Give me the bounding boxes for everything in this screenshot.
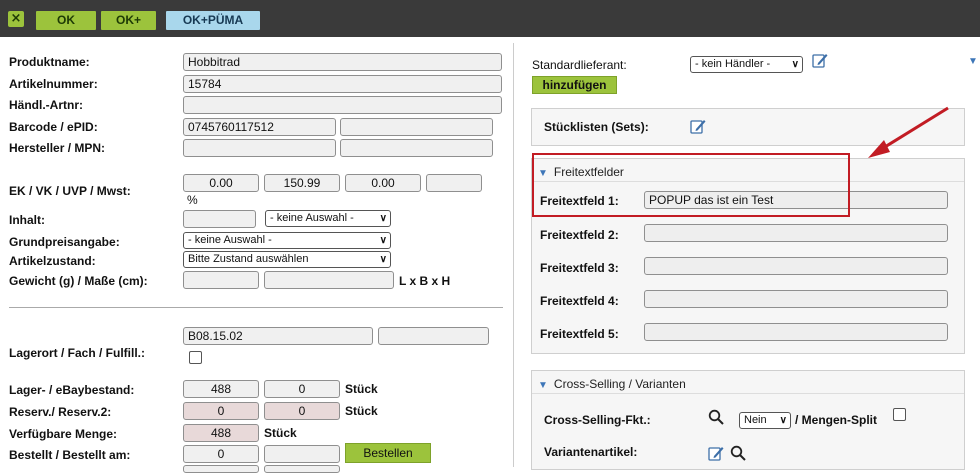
masse-unit: L x B x H bbox=[399, 274, 451, 288]
ek-input[interactable]: 0.00 bbox=[183, 174, 259, 192]
artikelnummer-input[interactable]: 15784 bbox=[183, 75, 502, 93]
stuecklisten-label: Stücklisten (Sets): bbox=[544, 120, 649, 134]
lieferant-select-value: - kein Händler - bbox=[695, 58, 771, 70]
next-row-input[interactable] bbox=[183, 465, 259, 473]
lagerbestand-label: Lager- / eBaybestand: bbox=[9, 383, 135, 397]
cross-selling-select[interactable]: Nein ∨ bbox=[739, 412, 791, 429]
cross-selling-select-value: Nein bbox=[744, 414, 767, 426]
inhalt-select-value: - keine Auswahl - bbox=[270, 212, 354, 224]
hersteller-input[interactable] bbox=[183, 139, 336, 157]
freitextfeld-3-label: Freitextfeld 3: bbox=[540, 261, 619, 275]
close-icon[interactable]: × bbox=[8, 11, 24, 27]
grundpreis-select-value: - keine Auswahl - bbox=[188, 234, 272, 246]
freitextfeld-4-label: Freitextfeld 4: bbox=[540, 294, 619, 308]
highlight-box bbox=[532, 153, 850, 217]
panel-header-divider bbox=[532, 393, 964, 394]
section-divider bbox=[9, 307, 503, 308]
gewicht-input[interactable] bbox=[183, 271, 259, 289]
edit-icon[interactable] bbox=[690, 118, 706, 134]
percent-label: % bbox=[187, 193, 198, 207]
ek-vk-label: EK / VK / UVP / Mwst: bbox=[9, 184, 131, 198]
mengen-split-checkbox[interactable] bbox=[893, 408, 906, 421]
epid-input[interactable] bbox=[340, 118, 493, 136]
column-divider bbox=[513, 43, 514, 467]
barcode-label: Barcode / ePID: bbox=[9, 120, 98, 134]
ebaybestand-input[interactable]: 0 bbox=[264, 380, 340, 398]
search-icon[interactable] bbox=[708, 409, 724, 425]
chevron-down-icon: ∨ bbox=[379, 213, 387, 224]
standardlieferant-label: Standardlieferant: bbox=[532, 58, 627, 72]
edit-icon[interactable] bbox=[812, 52, 828, 68]
uvp-input[interactable]: 0.00 bbox=[345, 174, 421, 192]
lagerort-label: Lagerort / Fach / Fulfill.: bbox=[9, 346, 146, 360]
gewicht-label: Gewicht (g) / Maße (cm): bbox=[9, 274, 148, 288]
lagerort-input[interactable]: B08.15.02 bbox=[183, 327, 373, 345]
variantenartikel-label: Variantenartikel: bbox=[544, 445, 638, 459]
search-icon[interactable] bbox=[730, 445, 746, 461]
freitextfeld-2-label: Freitextfeld 2: bbox=[540, 228, 619, 242]
barcode-input[interactable]: 0745760117512 bbox=[183, 118, 336, 136]
ok-button[interactable]: OK bbox=[36, 11, 96, 30]
mwst-input[interactable] bbox=[426, 174, 482, 192]
cross-selling-header[interactable]: ▼ Cross-Selling / Varianten bbox=[538, 377, 686, 391]
verfuegbar-unit: Stück bbox=[264, 426, 297, 440]
cross-selling-fkt-label: Cross-Selling-Fkt.: bbox=[544, 413, 651, 427]
grundpreis-select[interactable]: - keine Auswahl - ∨ bbox=[183, 232, 391, 249]
chevron-down-icon: ∨ bbox=[379, 235, 387, 246]
ok-puma-button[interactable]: OK+PÜMA bbox=[166, 11, 260, 30]
reserv-label: Reserv./ Reserv.2: bbox=[9, 405, 112, 419]
bestellt-label: Bestellt / Bestellt am: bbox=[9, 448, 131, 462]
ok-plus-button[interactable]: OK+ bbox=[101, 11, 156, 30]
fulfill-checkbox[interactable] bbox=[189, 351, 202, 364]
inhalt-input[interactable] bbox=[183, 210, 256, 228]
artikelzustand-select-value: Bitte Zustand auswählen bbox=[188, 253, 309, 265]
chevron-down-icon: ∨ bbox=[779, 415, 787, 426]
vk-input[interactable]: 150.99 bbox=[264, 174, 340, 192]
mengen-split-label: / Mengen-Split bbox=[795, 413, 877, 427]
freitextfeld-3-input[interactable] bbox=[644, 257, 948, 275]
bestellt-input[interactable]: 0 bbox=[183, 445, 259, 463]
fach-input[interactable] bbox=[378, 327, 489, 345]
hersteller-label: Hersteller / MPN: bbox=[9, 141, 106, 155]
haendl-artnr-label: Händl.-Artnr: bbox=[9, 98, 83, 112]
hinzufuegen-button[interactable]: hinzufügen bbox=[532, 76, 617, 94]
artikelnummer-label: Artikelnummer: bbox=[9, 77, 98, 91]
bestellt-am-input[interactable] bbox=[264, 445, 340, 463]
verfuegbar-label: Verfügbare Menge: bbox=[9, 427, 118, 441]
haendl-artnr-input[interactable] bbox=[183, 96, 502, 114]
freitextfeld-5-label: Freitextfeld 5: bbox=[540, 327, 619, 341]
bestellen-button[interactable]: Bestellen bbox=[345, 443, 431, 463]
chevron-down-icon: ∨ bbox=[791, 59, 799, 70]
reserv-input[interactable]: 0 bbox=[183, 402, 259, 420]
freitextfeld-4-input[interactable] bbox=[644, 290, 948, 308]
reserv-unit: Stück bbox=[345, 404, 378, 418]
inhalt-label: Inhalt: bbox=[9, 213, 45, 227]
artikelzustand-label: Artikelzustand: bbox=[9, 254, 96, 268]
top-toolbar: × OK OK+ OK+PÜMA bbox=[0, 0, 980, 37]
verfuegbar-input: 488 bbox=[183, 424, 259, 442]
grundpreis-label: Grundpreisangabe: bbox=[9, 235, 120, 249]
lagerbestand-unit: Stück bbox=[345, 382, 378, 396]
artikelzustand-select[interactable]: Bitte Zustand auswählen ∨ bbox=[183, 251, 391, 268]
lagerbestand-input[interactable]: 488 bbox=[183, 380, 259, 398]
inhalt-select[interactable]: - keine Auswahl - ∨ bbox=[265, 210, 391, 227]
reserv2-input[interactable]: 0 bbox=[264, 402, 340, 420]
cross-selling-panel: ▼ Cross-Selling / Varianten Cross-Selling… bbox=[531, 370, 965, 470]
collapse-triangle-icon: ▼ bbox=[538, 380, 548, 391]
scroll-down-icon[interactable]: ▼ bbox=[968, 56, 978, 67]
edit-icon[interactable] bbox=[708, 445, 724, 461]
next-row-input-2[interactable] bbox=[264, 465, 340, 473]
produktname-input[interactable]: Hobbitrad bbox=[183, 53, 502, 71]
mpn-input[interactable] bbox=[340, 139, 493, 157]
masse-input[interactable] bbox=[264, 271, 394, 289]
cross-selling-title: Cross-Selling / Varianten bbox=[553, 377, 686, 391]
freitextfeld-5-input[interactable] bbox=[644, 323, 948, 341]
produktname-label: Produktname: bbox=[9, 55, 90, 69]
lieferant-select[interactable]: - kein Händler - ∨ bbox=[690, 56, 803, 73]
chevron-down-icon: ∨ bbox=[379, 254, 387, 265]
freitextfeld-2-input[interactable] bbox=[644, 224, 948, 242]
annotation-arrow-icon bbox=[868, 106, 949, 158]
